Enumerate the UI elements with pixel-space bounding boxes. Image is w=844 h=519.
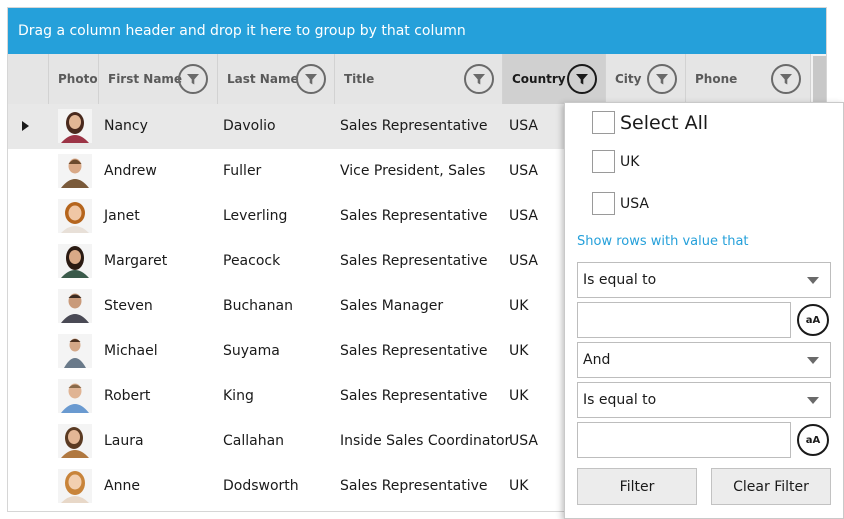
select-value: And — [583, 352, 611, 368]
employee-photo — [58, 469, 92, 503]
filter-value-input-1[interactable] — [577, 302, 791, 338]
clear-filter-button[interactable]: Clear Filter — [711, 468, 831, 505]
title-cell: Vice President, Sales — [340, 163, 486, 179]
match-case-toggle-2[interactable]: aA — [797, 424, 829, 456]
filter-icon[interactable] — [567, 64, 597, 94]
title-cell: Sales Representative — [340, 118, 488, 134]
last-name-cell: Suyama — [223, 343, 280, 359]
filter-icon[interactable] — [771, 64, 801, 94]
uk-checkbox[interactable] — [592, 150, 615, 173]
title-cell: Sales Representative — [340, 478, 488, 494]
chevron-down-icon — [807, 277, 819, 284]
column-label: Photo — [58, 72, 98, 86]
filter-value-input-2[interactable] — [577, 422, 791, 458]
employee-photo — [58, 244, 92, 278]
country-cell: UK — [509, 388, 529, 404]
scrollbar-thumb[interactable] — [813, 56, 826, 102]
first-name-cell: Robert — [104, 388, 151, 404]
column-header-title[interactable]: Title — [335, 54, 503, 104]
vertical-scrollbar[interactable] — [811, 54, 826, 104]
employee-photo — [58, 154, 92, 188]
column-header-first-name[interactable]: First Name — [99, 54, 218, 104]
country-cell: USA — [509, 253, 538, 269]
last-name-cell: King — [223, 388, 254, 404]
title-cell: Sales Representative — [340, 208, 488, 224]
first-name-cell: Anne — [104, 478, 140, 494]
logical-operator-select[interactable]: And — [577, 342, 831, 378]
title-cell: Sales Manager — [340, 298, 444, 314]
column-header-country[interactable]: Country — [503, 54, 606, 104]
filter-value-uk[interactable]: UK — [592, 150, 639, 173]
column-header-phone[interactable]: Phone — [686, 54, 811, 104]
country-cell: UK — [509, 298, 529, 314]
operator-select-1[interactable]: Is equal to — [577, 262, 831, 298]
last-name-cell: Dodsworth — [223, 478, 299, 494]
country-cell: USA — [509, 118, 538, 134]
filter-icon[interactable] — [464, 64, 494, 94]
filter-caption: Show rows with value that — [577, 234, 749, 249]
first-name-cell: Margaret — [104, 253, 168, 269]
filter-icon[interactable] — [178, 64, 208, 94]
filter-button[interactable]: Filter — [577, 468, 697, 505]
title-cell: Inside Sales Coordinator — [340, 433, 511, 449]
country-cell: UK — [509, 478, 529, 494]
filter-value-label: USA — [620, 195, 649, 212]
select-value: Is equal to — [583, 272, 657, 288]
column-label: First Name — [108, 72, 183, 86]
column-header-row: Photo First Name Last Name Title Country… — [8, 54, 826, 104]
employee-photo — [58, 379, 92, 413]
select-all-label: Select All — [620, 111, 709, 134]
country-cell: USA — [509, 208, 538, 224]
first-name-cell: Laura — [104, 433, 144, 449]
column-label: City — [615, 72, 642, 86]
operator-select-2[interactable]: Is equal to — [577, 382, 831, 418]
last-name-cell: Davolio — [223, 118, 276, 134]
select-all-checkbox[interactable] — [592, 111, 615, 134]
employee-photo — [58, 289, 92, 323]
first-name-cell: Nancy — [104, 118, 148, 134]
column-label: Country — [512, 72, 566, 86]
column-label: Last Name — [227, 72, 299, 86]
title-cell: Sales Representative — [340, 343, 488, 359]
last-name-cell: Leverling — [223, 208, 288, 224]
country-cell: UK — [509, 343, 529, 359]
filter-value-usa[interactable]: USA — [592, 192, 649, 215]
employee-photo — [58, 334, 92, 368]
usa-checkbox[interactable] — [592, 192, 615, 215]
chevron-down-icon — [807, 357, 819, 364]
title-cell: Sales Representative — [340, 388, 488, 404]
group-panel[interactable]: Drag a column header and drop it here to… — [8, 8, 826, 54]
last-name-cell: Callahan — [223, 433, 285, 449]
first-name-cell: Andrew — [104, 163, 157, 179]
last-name-cell: Peacock — [223, 253, 281, 269]
match-case-toggle-1[interactable]: aA — [797, 304, 829, 336]
column-header-last-name[interactable]: Last Name — [218, 54, 335, 104]
chevron-down-icon — [807, 397, 819, 404]
country-cell: USA — [509, 163, 538, 179]
title-cell: Sales Representative — [340, 253, 488, 269]
indent-header — [8, 54, 49, 104]
column-header-photo[interactable]: Photo — [49, 54, 99, 104]
employee-photo — [58, 199, 92, 233]
country-filter-popup: Select All UK USA Show rows with value t… — [564, 102, 844, 519]
first-name-cell: Steven — [104, 298, 153, 314]
select-all-option[interactable]: Select All — [592, 111, 708, 134]
column-header-city[interactable]: City — [606, 54, 686, 104]
filter-icon[interactable] — [296, 64, 326, 94]
employee-photo — [58, 109, 92, 143]
filter-icon[interactable] — [647, 64, 677, 94]
filter-value-label: UK — [620, 153, 640, 170]
employee-photo — [58, 424, 92, 458]
first-name-cell: Michael — [104, 343, 158, 359]
column-label: Phone — [695, 72, 738, 86]
first-name-cell: Janet — [104, 208, 140, 224]
select-value: Is equal to — [583, 392, 657, 408]
last-name-cell: Buchanan — [223, 298, 293, 314]
column-label: Title — [344, 72, 375, 86]
country-cell: USA — [509, 433, 538, 449]
last-name-cell: Fuller — [223, 163, 262, 179]
current-row-indicator — [22, 121, 29, 131]
